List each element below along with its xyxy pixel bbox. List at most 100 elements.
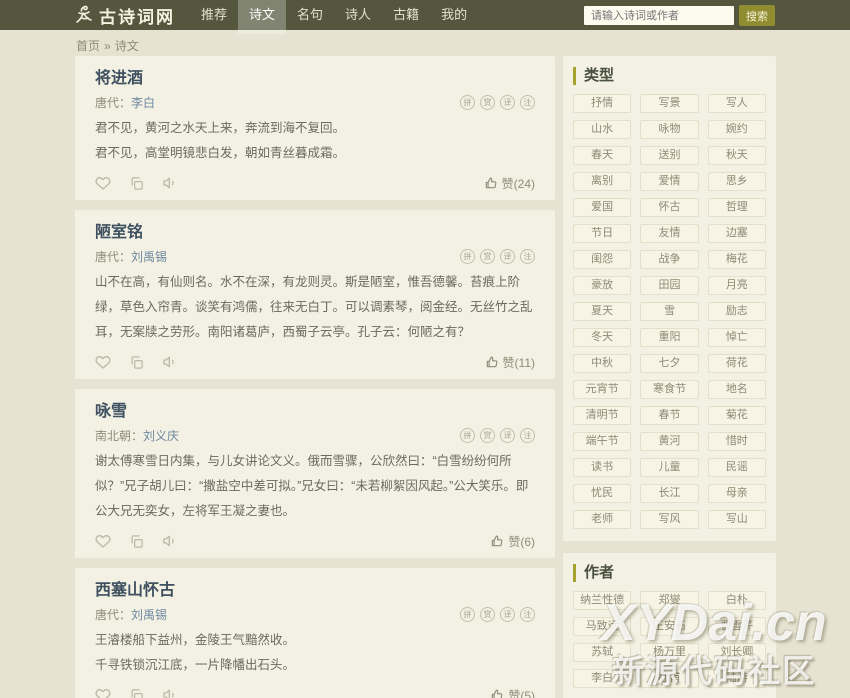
poem-title[interactable]: 西塞山怀古	[95, 580, 535, 602]
type-tag[interactable]: 咏物	[640, 120, 699, 139]
author-tag[interactable]: 苏轼	[573, 643, 632, 662]
type-tag[interactable]: 节日	[573, 224, 632, 243]
speaker-icon[interactable]	[162, 687, 178, 698]
copy-icon[interactable]	[129, 534, 144, 549]
poem-title[interactable]: 陋室铭	[95, 222, 535, 244]
type-tag[interactable]: 夏天	[573, 302, 632, 321]
author-tag[interactable]: 杜甫	[640, 669, 699, 688]
type-tag[interactable]: 母亲	[707, 484, 766, 503]
poem-tool-icon[interactable]: 拼	[460, 427, 475, 443]
type-tag[interactable]: 冬天	[573, 328, 632, 347]
type-tag[interactable]: 思乡	[707, 172, 766, 191]
author-tag[interactable]: 陆游	[707, 669, 766, 688]
poem-tool-icon[interactable]: 注	[520, 427, 535, 443]
type-tag[interactable]: 菊花	[707, 406, 766, 425]
poem-tool-icon[interactable]: 赏	[480, 248, 495, 264]
poem-tool-icon[interactable]: 译	[500, 606, 515, 622]
poem-tool-icon[interactable]: 赏	[480, 94, 495, 110]
type-tag[interactable]: 民谣	[707, 458, 766, 477]
type-tag[interactable]: 抒情	[573, 94, 632, 113]
type-tag[interactable]: 老师	[573, 510, 632, 529]
type-tag[interactable]: 地名	[707, 380, 766, 399]
favorite-heart-icon[interactable]	[95, 354, 111, 370]
like-button[interactable]: 赞(6)	[490, 533, 535, 550]
poem-tool-icon[interactable]: 译	[500, 94, 515, 110]
poem-tool-icon[interactable]: 赏	[480, 427, 495, 443]
poem-tool-icon[interactable]: 拼	[460, 606, 475, 622]
nav-item-2[interactable]: 名句	[286, 0, 334, 30]
author-tag[interactable]: 李白	[573, 669, 632, 688]
speaker-icon[interactable]	[162, 533, 178, 549]
type-tag[interactable]: 元宵节	[573, 380, 632, 399]
nav-item-1-active[interactable]: 诗文	[238, 0, 287, 34]
type-tag[interactable]: 写人	[707, 94, 766, 113]
type-tag[interactable]: 荷花	[707, 354, 766, 373]
poem-author-link[interactable]: 刘义庆	[143, 429, 179, 443]
poem-tool-icon[interactable]: 赏	[480, 606, 495, 622]
poem-tool-icon[interactable]: 译	[500, 427, 515, 443]
type-tag[interactable]: 写山	[707, 510, 766, 529]
type-tag[interactable]: 春节	[640, 406, 699, 425]
copy-icon[interactable]	[129, 688, 144, 698]
type-tag[interactable]: 友情	[640, 224, 699, 243]
type-tag[interactable]: 田园	[640, 276, 699, 295]
author-tag[interactable]: 杨万里	[640, 643, 699, 662]
nav-item-3[interactable]: 诗人	[334, 0, 382, 30]
type-tag[interactable]: 春天	[573, 146, 632, 165]
type-tag[interactable]: 儿童	[640, 458, 699, 477]
type-tag[interactable]: 悼亡	[707, 328, 766, 347]
type-tag[interactable]: 写风	[640, 510, 699, 529]
author-tag[interactable]: 白朴	[707, 591, 766, 610]
copy-icon[interactable]	[129, 355, 144, 370]
author-tag[interactable]: 刘长卿	[707, 643, 766, 662]
nav-item-5[interactable]: 我的	[430, 0, 478, 30]
type-tag[interactable]: 豪放	[573, 276, 632, 295]
poem-author-link[interactable]: 刘禹锡	[131, 250, 167, 264]
type-tag[interactable]: 七夕	[640, 354, 699, 373]
search-button[interactable]: 搜索	[739, 5, 775, 26]
poem-tool-icon[interactable]: 拼	[460, 248, 475, 264]
nav-item-4[interactable]: 古籍	[382, 0, 430, 30]
author-tag[interactable]: 王安石	[640, 617, 699, 636]
type-tag[interactable]: 中秋	[573, 354, 632, 373]
author-tag[interactable]: 郑燮	[640, 591, 699, 610]
type-tag[interactable]: 山水	[573, 120, 632, 139]
favorite-heart-icon[interactable]	[95, 533, 111, 549]
type-tag[interactable]: 寒食节	[640, 380, 699, 399]
author-tag[interactable]: 纳兰性德	[573, 591, 632, 610]
type-tag[interactable]: 怀古	[640, 198, 699, 217]
type-tag[interactable]: 端午节	[573, 432, 632, 451]
poem-title[interactable]: 将进酒	[95, 68, 535, 90]
author-tag[interactable]: 马致远	[573, 617, 632, 636]
type-tag[interactable]: 爱情	[640, 172, 699, 191]
type-tag[interactable]: 离别	[573, 172, 632, 191]
poem-tool-icon[interactable]: 拼	[460, 94, 475, 110]
type-tag[interactable]: 读书	[573, 458, 632, 477]
search-input[interactable]	[584, 6, 734, 25]
type-tag[interactable]: 婉约	[707, 120, 766, 139]
type-tag[interactable]: 边塞	[707, 224, 766, 243]
poem-author-link[interactable]: 李白	[131, 96, 155, 110]
type-tag[interactable]: 战争	[640, 250, 699, 269]
type-tag[interactable]: 励志	[707, 302, 766, 321]
type-tag[interactable]: 写景	[640, 94, 699, 113]
speaker-icon[interactable]	[162, 354, 178, 370]
speaker-icon[interactable]	[162, 175, 178, 191]
poem-tool-icon[interactable]: 注	[520, 94, 535, 110]
type-tag[interactable]: 雪	[640, 302, 699, 321]
type-tag[interactable]: 黄河	[640, 432, 699, 451]
favorite-heart-icon[interactable]	[95, 175, 111, 191]
breadcrumb-home-link[interactable]: 首页	[76, 39, 100, 53]
poem-tool-icon[interactable]: 注	[520, 606, 535, 622]
author-tag[interactable]: 曹雪芹	[707, 617, 766, 636]
type-tag[interactable]: 哲理	[707, 198, 766, 217]
poem-tool-icon[interactable]: 注	[520, 248, 535, 264]
type-tag[interactable]: 长江	[640, 484, 699, 503]
like-button[interactable]: 赞(5)	[490, 687, 535, 698]
type-tag[interactable]: 梅花	[707, 250, 766, 269]
type-tag[interactable]: 惜时	[707, 432, 766, 451]
logo[interactable]: 古诗词网	[75, 0, 175, 30]
poem-title[interactable]: 咏雪	[95, 401, 535, 423]
type-tag[interactable]: 清明节	[573, 406, 632, 425]
type-tag[interactable]: 秋天	[707, 146, 766, 165]
